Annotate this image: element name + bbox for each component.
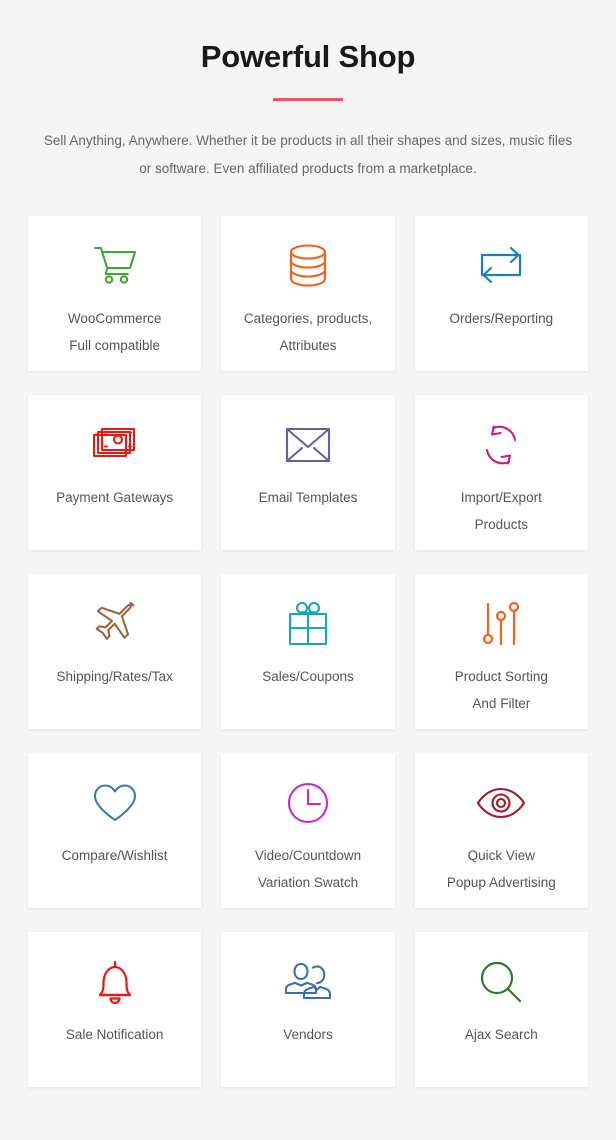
feature-grid: WooCommerce Full compatible Categories, p… <box>0 216 616 1087</box>
eye-icon <box>476 779 526 827</box>
feature-card[interactable]: Shipping/Rates/Tax <box>28 574 201 729</box>
feature-card-label: Import/Export Products <box>451 485 552 538</box>
feature-card-label: Video/Countdown Variation Swatch <box>245 843 371 896</box>
feature-card[interactable]: WooCommerce Full compatible <box>28 216 201 371</box>
feature-card[interactable]: Video/Countdown Variation Swatch <box>221 753 394 908</box>
bell-icon <box>94 958 136 1006</box>
feature-card-label: Shipping/Rates/Tax <box>47 664 183 690</box>
feature-card-label: Email Templates <box>249 485 368 511</box>
feature-card-label: WooCommerce Full compatible <box>58 306 172 359</box>
airplane-icon <box>92 600 138 648</box>
page-header: Powerful Shop Sell Anything, Anywhere. W… <box>0 0 616 183</box>
feature-card-label: Product Sorting And Filter <box>445 664 558 717</box>
circular-arrows-icon <box>478 421 524 469</box>
feature-card[interactable]: Compare/Wishlist <box>28 753 201 908</box>
feature-card-label: Payment Gateways <box>46 485 183 511</box>
users-icon <box>284 958 332 1006</box>
page-title: Powerful Shop <box>0 38 616 77</box>
feature-card-label: Orders/Reporting <box>440 306 564 332</box>
feature-card-label: Ajax Search <box>455 1022 548 1048</box>
feature-card[interactable]: Categories, products, Attributes <box>221 216 394 371</box>
feature-card-label: Sales/Coupons <box>252 664 364 690</box>
exchange-arrows-icon <box>477 242 525 290</box>
feature-card[interactable]: Ajax Search <box>415 932 588 1087</box>
feature-card[interactable]: Email Templates <box>221 395 394 550</box>
powerful-shop-page: Powerful Shop Sell Anything, Anywhere. W… <box>0 0 616 1140</box>
feature-card-label: Sale Notification <box>56 1022 174 1048</box>
database-stack-icon <box>286 242 330 290</box>
feature-card[interactable]: Product Sorting And Filter <box>415 574 588 729</box>
feature-card[interactable]: Import/Export Products <box>415 395 588 550</box>
title-divider <box>273 98 343 101</box>
feature-card[interactable]: Quick View Popup Advertising <box>415 753 588 908</box>
envelope-icon <box>285 421 331 469</box>
feature-card[interactable]: Sale Notification <box>28 932 201 1087</box>
feature-card[interactable]: Payment Gateways <box>28 395 201 550</box>
heart-icon <box>92 779 138 827</box>
feature-card-label: Vendors <box>273 1022 343 1048</box>
magnifier-icon <box>479 958 523 1006</box>
feature-card[interactable]: Vendors <box>221 932 394 1087</box>
banknotes-icon <box>91 421 139 469</box>
feature-card-label: Compare/Wishlist <box>52 843 178 869</box>
feature-card[interactable]: Sales/Coupons <box>221 574 394 729</box>
clock-icon <box>286 779 330 827</box>
sliders-filter-icon <box>482 600 520 648</box>
page-subtitle: Sell Anything, Anywhere. Whether it be p… <box>43 127 573 184</box>
gift-box-icon <box>286 600 330 648</box>
feature-card-label: Quick View Popup Advertising <box>437 843 566 896</box>
shopping-cart-icon <box>92 242 138 290</box>
feature-card-label: Categories, products, Attributes <box>234 306 382 359</box>
feature-card[interactable]: Orders/Reporting <box>415 216 588 371</box>
